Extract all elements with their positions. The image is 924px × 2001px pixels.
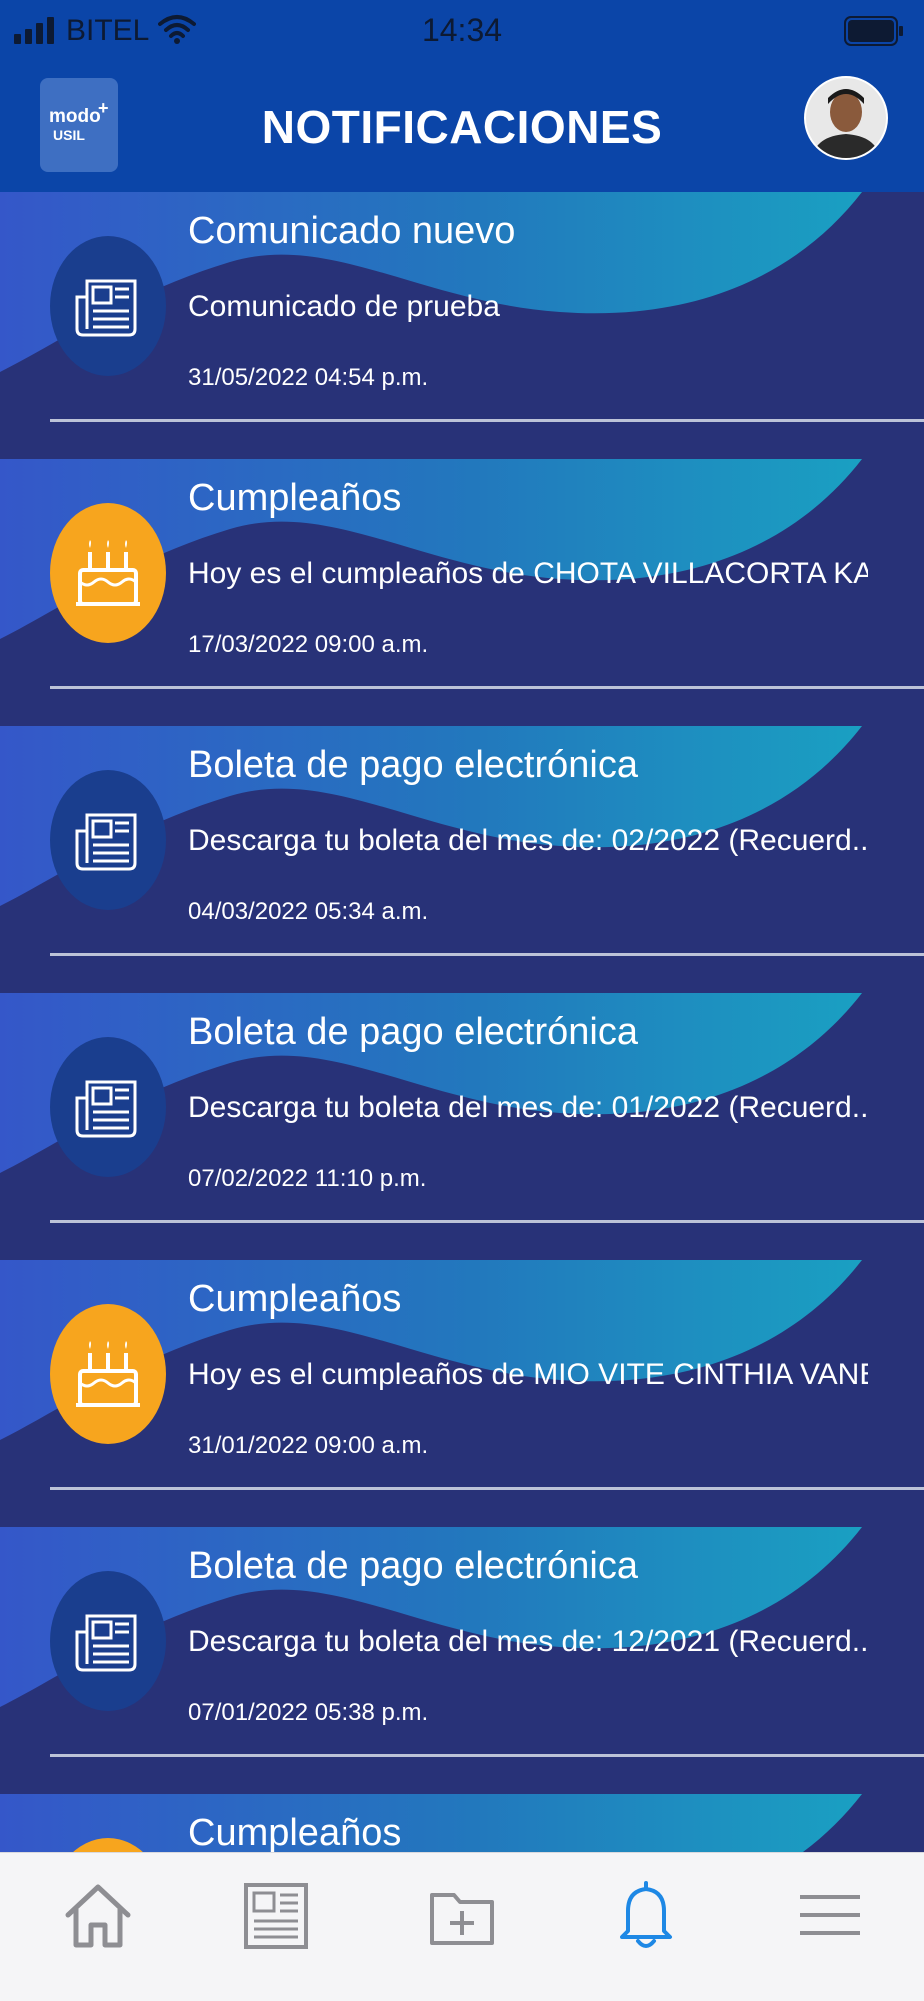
divider (50, 419, 924, 422)
notification-item[interactable]: Comunicado nuevo Comunicado de prueba 31/0… (0, 192, 924, 422)
notification-date: 31/05/2022 04:54 p.m. (188, 364, 429, 391)
tab-bar (0, 1852, 924, 2001)
divider (50, 686, 924, 689)
divider (50, 1754, 924, 1757)
tab-notifications[interactable] (606, 1875, 686, 1955)
divider (50, 1220, 924, 1223)
notification-body: Descarga tu boleta del mes de: 01/2022 (… (188, 1091, 868, 1124)
divider (50, 1487, 924, 1490)
document-badge (50, 1571, 166, 1711)
notification-date: 17/03/2022 09:00 a.m. (188, 631, 429, 658)
notification-item[interactable]: Boleta de pago electrónica Descarga tu bo… (0, 1527, 924, 1757)
cake-icon (76, 1341, 140, 1407)
home-icon (65, 1884, 131, 1948)
notification-item[interactable]: Cumpleaños Hoy es el cumpleaños de CHOTA … (0, 459, 924, 689)
newspaper-icon (75, 1614, 137, 1672)
notification-title: Cumpleaños (188, 1278, 402, 1320)
status-time: 14:34 (421, 12, 503, 48)
status-bar: BITEL 14:34 (0, 0, 924, 62)
tab-files[interactable] (422, 1875, 502, 1955)
document-badge (50, 770, 166, 910)
page-title: NOTIFICACIONES (261, 101, 663, 153)
tab-home[interactable] (58, 1875, 138, 1955)
notification-body: Descarga tu boleta del mes de: 02/2022 (… (188, 824, 868, 857)
avatar[interactable] (804, 76, 888, 160)
notification-title: Boleta de pago electrónica (188, 1011, 638, 1053)
notification-item[interactable]: Boleta de pago electrónica Descarga tu bo… (0, 726, 924, 956)
battery-icon (844, 16, 903, 46)
notification-date: 07/01/2022 05:38 p.m. (188, 1699, 429, 1726)
notification-item[interactable]: Boleta de pago electrónica Descarga tu bo… (0, 993, 924, 1223)
card-wave-background (0, 1794, 862, 1852)
divider (50, 953, 924, 956)
menu-icon (800, 1895, 860, 1935)
tab-menu[interactable] (790, 1875, 870, 1955)
notification-title: Cumpleaños (188, 1812, 402, 1852)
notification-body: Comunicado de prueba (188, 290, 500, 323)
newspaper-icon (244, 1883, 308, 1949)
bell-icon (620, 1881, 672, 1948)
app-header: modo + USIL NOTIFICACIONES (0, 62, 924, 192)
document-badge (50, 236, 166, 376)
notification-date: 07/02/2022 11:10 p.m. (188, 1165, 427, 1192)
notification-body: Hoy es el cumpleaños de CHOTA VILLACORTA… (188, 557, 868, 590)
notification-item[interactable]: Cumpleaños Hoy es el cumpleaños de MIO VI… (0, 1260, 924, 1490)
notification-list[interactable]: Comunicado nuevo Comunicado de prueba 31/0… (0, 192, 924, 1852)
notification-title: Boleta de pago electrónica (188, 1545, 638, 1587)
birthday-badge (50, 1304, 166, 1444)
tab-news[interactable] (236, 1875, 316, 1955)
notification-date: 31/01/2022 09:00 a.m. (188, 1432, 429, 1459)
birthday-badge (50, 503, 166, 643)
notification-body: Hoy es el cumpleaños de MIO VITE CINTHIA… (188, 1358, 868, 1391)
notification-title: Cumpleaños (188, 477, 402, 519)
cake-icon (76, 540, 140, 606)
notification-body: Descarga tu boleta del mes de: 12/2021 (… (188, 1625, 868, 1658)
newspaper-icon (75, 279, 137, 337)
newspaper-icon (75, 813, 137, 871)
newspaper-icon (75, 1080, 137, 1138)
notification-title: Boleta de pago electrónica (188, 744, 638, 786)
user-photo (806, 78, 886, 158)
folder-add-icon (430, 1893, 494, 1945)
notification-date: 04/03/2022 05:34 a.m. (188, 898, 429, 925)
document-badge (50, 1037, 166, 1177)
notification-item[interactable]: Cumpleaños (0, 1794, 924, 1852)
notification-title: Comunicado nuevo (188, 210, 516, 252)
